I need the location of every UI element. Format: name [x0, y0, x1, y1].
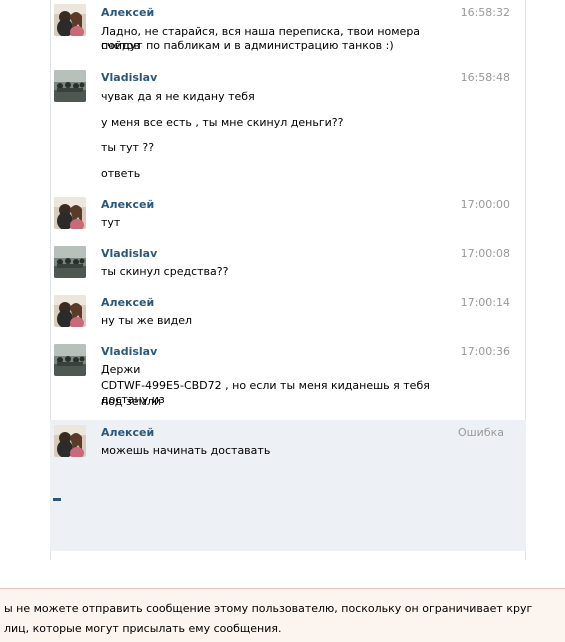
avatar[interactable]: [54, 295, 86, 327]
avatar-couple-photo: [54, 197, 86, 229]
avatar[interactable]: [54, 344, 86, 376]
message-time: 17:00:36: [460, 345, 510, 358]
message-author[interactable]: Vladislav: [101, 345, 157, 358]
composer-marker: [53, 498, 61, 501]
avatar-group-photo: [54, 344, 86, 376]
message-text: можешь начинать доставать: [101, 444, 271, 457]
message-text: пойдут по пабликам и в администрацию тан…: [101, 39, 394, 52]
avatar[interactable]: [54, 425, 86, 457]
message-text: у меня все есть , ты мне скинул деньги??: [101, 116, 344, 129]
avatar[interactable]: [54, 4, 86, 36]
message-author[interactable]: Vladislav: [101, 247, 157, 260]
message-item: Vladislav 17:00:08 ты скинул средства??: [50, 241, 526, 289]
send-error-notice: ы не можете отправить сообщение этому по…: [0, 588, 565, 642]
message-text: под земли: [101, 395, 162, 408]
message-time: 16:58:32: [460, 6, 510, 19]
message-item: Алексей 17:00:00 тут: [50, 192, 526, 240]
message-text: тут: [101, 216, 121, 229]
avatar-group-photo: [54, 70, 86, 102]
message-item: Алексей 16:58:32 Ладно, не старайся, вся…: [50, 0, 526, 60]
message-item: Vladislav 17:00:36 Держи CDTWF-499E5-CBD…: [50, 339, 526, 419]
message-author[interactable]: Алексей: [101, 296, 154, 309]
message-author[interactable]: Vladislav: [101, 71, 157, 84]
avatar-couple-photo: [54, 4, 86, 36]
failed-message-item: Алексей Ошибка можешь начинать доставать: [50, 420, 526, 551]
message-author[interactable]: Алексей: [101, 6, 154, 19]
message-text: ну ты же видел: [101, 314, 192, 327]
message-author[interactable]: Алексей: [101, 426, 154, 439]
avatar-group-photo: [54, 246, 86, 278]
message-item: Алексей 17:00:14 ну ты же видел: [50, 290, 526, 338]
avatar-couple-photo: [54, 295, 86, 327]
avatar-couple-photo: [54, 425, 86, 457]
message-author[interactable]: Алексей: [101, 198, 154, 211]
message-time: 17:00:00: [460, 198, 510, 211]
message-time: 17:00:14: [460, 296, 510, 309]
message-time: 16:58:48: [460, 71, 510, 84]
avatar[interactable]: [54, 197, 86, 229]
message-item: Vladislav 16:58:48 чувак да я не кидану …: [50, 62, 526, 192]
message-text: ты тут ??: [101, 141, 155, 154]
message-text: ты скинул средства??: [101, 265, 229, 278]
message-text: ответь: [101, 167, 141, 180]
message-time: 17:00:08: [460, 247, 510, 260]
message-text: Держи: [101, 363, 141, 376]
avatar[interactable]: [54, 70, 86, 102]
message-error-status: Ошибка: [457, 426, 504, 439]
send-error-text: ы не можете отправить сообщение этому по…: [4, 602, 533, 635]
message-text: чувак да я не кидану тебя: [101, 90, 255, 103]
avatar[interactable]: [54, 246, 86, 278]
